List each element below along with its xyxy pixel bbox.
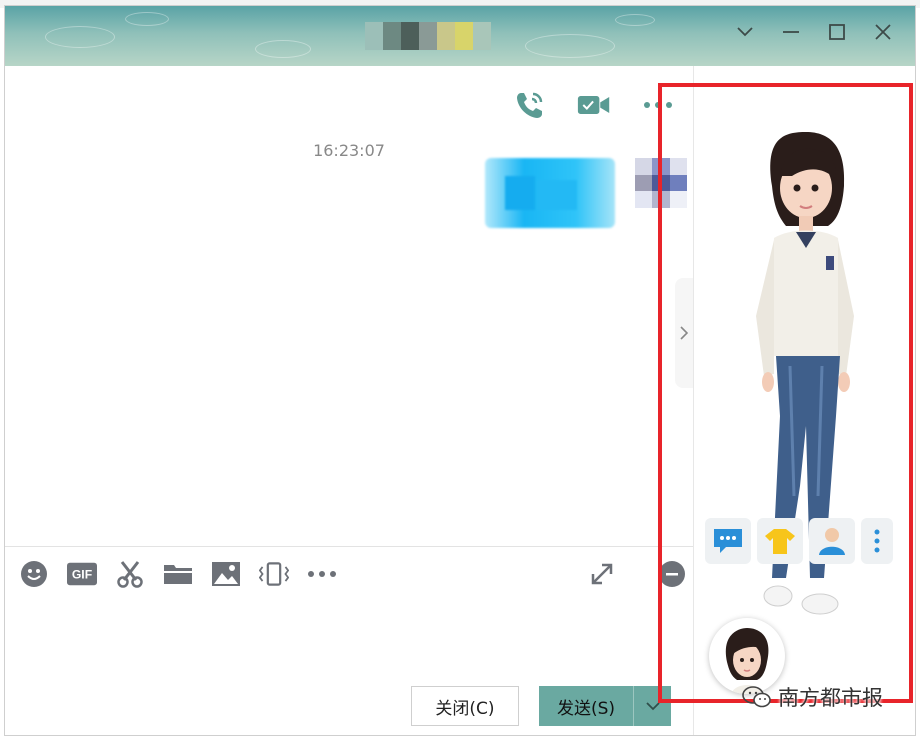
decor-ripple xyxy=(255,40,311,58)
decor-ripple xyxy=(615,14,655,26)
wechat-icon xyxy=(742,686,771,708)
decor-ripple xyxy=(125,12,169,26)
more-tools-icon[interactable] xyxy=(307,559,337,589)
minimize-icon[interactable] xyxy=(781,22,801,42)
close-button[interactable]: 关闭(C) xyxy=(411,686,519,726)
chevron-down-icon[interactable] xyxy=(735,22,755,42)
message-area[interactable]: 16:23:07 xyxy=(5,66,693,546)
image-icon[interactable] xyxy=(211,559,241,589)
decor-ripple xyxy=(45,26,115,48)
publisher-watermark: 南方都市报 xyxy=(742,682,883,712)
contact-name-obscured xyxy=(365,22,505,50)
scissors-icon[interactable] xyxy=(115,559,145,589)
video-call-icon[interactable] xyxy=(577,88,611,122)
maximize-icon[interactable] xyxy=(827,22,847,42)
title-bar[interactable] xyxy=(5,6,915,66)
watermark-text: 南方都市报 xyxy=(778,686,883,710)
input-toolbar: GIF xyxy=(19,559,337,589)
message-bubble-obscured[interactable] xyxy=(485,158,615,228)
send-button[interactable]: 发送(S) xyxy=(539,686,633,726)
close-icon[interactable] xyxy=(873,22,893,42)
gif-label: GIF xyxy=(72,568,92,582)
emoji-icon[interactable] xyxy=(19,559,49,589)
decor-ripple xyxy=(525,34,615,58)
folder-icon[interactable] xyxy=(163,559,193,589)
highlight-annotation-frame xyxy=(658,83,913,703)
shake-window-icon[interactable] xyxy=(259,559,289,589)
input-divider xyxy=(5,546,693,547)
gif-icon[interactable]: GIF xyxy=(67,559,97,589)
send-button-group: 发送(S) xyxy=(539,686,671,726)
voice-call-icon[interactable] xyxy=(513,88,547,122)
expand-icon[interactable] xyxy=(587,559,617,589)
